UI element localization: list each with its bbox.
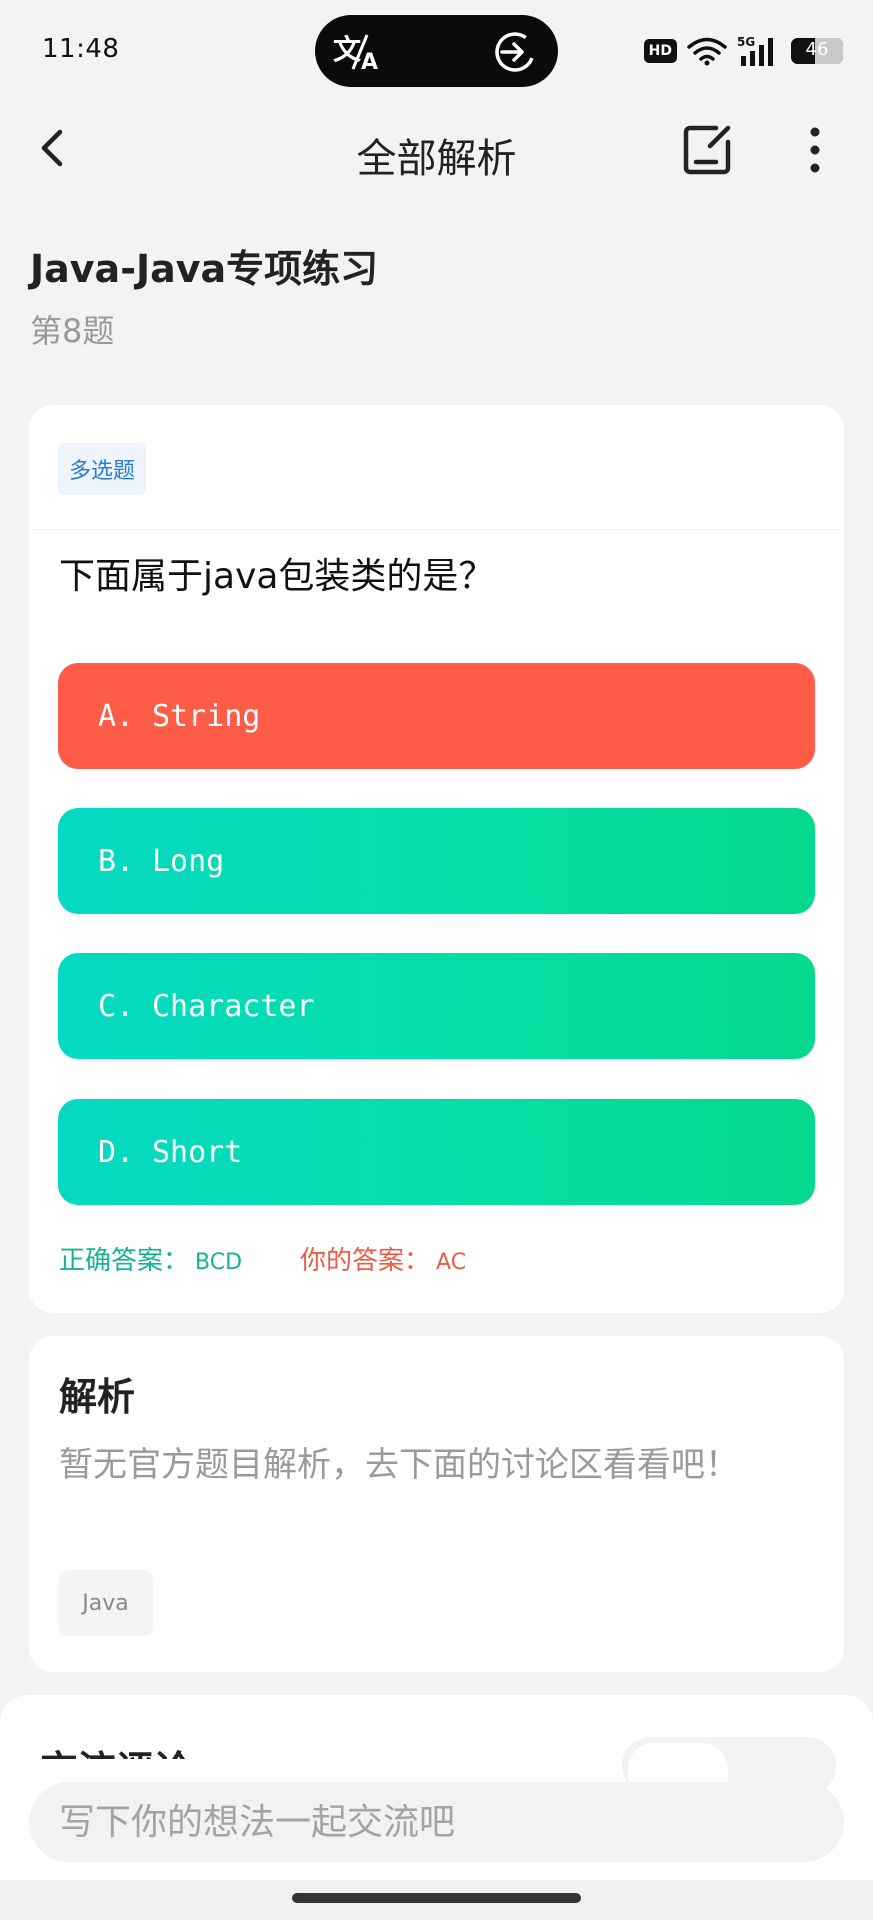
question-text: 下面属于java包装类的是？ — [59, 556, 495, 597]
analysis-text: 暂无官方题目解析，去下面的讨论区看看吧！ — [59, 1445, 739, 1485]
option-text: Short — [152, 1134, 243, 1170]
exit-arrow-icon — [495, 32, 535, 72]
analysis-title: 解析 — [59, 1375, 136, 1419]
question-type-badge: 多选题 — [58, 443, 147, 495]
option-b[interactable]: B. Long — [58, 808, 815, 914]
page-title: 全部解析 — [356, 136, 517, 182]
your-answer: 你的答案： AC — [300, 1246, 467, 1276]
option-c[interactable]: C. Character — [58, 953, 815, 1059]
translate-icon: 文 A — [333, 33, 378, 73]
status-bar: 11:48 文 A HD 5G 46 — [0, 0, 873, 100]
topic-tag[interactable]: Java — [58, 1570, 153, 1636]
dynamic-island[interactable]: 文 A — [315, 15, 558, 87]
gesture-nav-bar — [0, 1880, 873, 1920]
discussion-title: 交流评论 — [40, 1739, 192, 1759]
divider — [29, 529, 844, 530]
option-letter: D. — [98, 1134, 135, 1170]
svg-text:5G: 5G — [737, 35, 755, 49]
status-time: 11:48 — [42, 34, 120, 64]
svg-text:A: A — [361, 50, 378, 73]
battery-level: 46 — [805, 39, 829, 60]
answer-summary: 正确答案： BCD 你的答案： AC — [59, 1240, 466, 1277]
comment-input[interactable] — [29, 1782, 844, 1862]
option-text: String — [152, 698, 261, 734]
option-letter: A. — [98, 698, 135, 734]
more-vertical-icon[interactable] — [795, 122, 835, 178]
option-letter: C. — [98, 988, 135, 1024]
question-card: 多选题 下面属于java包装类的是？ A. String B. Long C. … — [29, 405, 844, 1313]
status-icons: HD 5G 46 — [643, 34, 843, 68]
top-app-bar: 全部解析 — [0, 100, 873, 200]
analysis-card: 解析 暂无官方题目解析，去下面的讨论区看看吧！ Java — [29, 1336, 844, 1672]
correct-answer: 正确答案： BCD — [59, 1246, 243, 1276]
practice-subject: Java-Java专项练习 — [30, 247, 379, 291]
option-text: Long — [152, 843, 225, 879]
option-text: Character — [152, 988, 315, 1024]
option-d[interactable]: D. Short — [58, 1099, 815, 1205]
option-letter: B. — [98, 843, 135, 879]
signal-5g-icon: 5G — [737, 35, 773, 66]
wifi-icon — [687, 37, 727, 66]
option-a[interactable]: A. String — [58, 663, 815, 769]
question-number: 第8题 — [30, 312, 115, 350]
home-indicator[interactable] — [292, 1893, 581, 1903]
comment-input-container[interactable] — [29, 1782, 844, 1862]
hd-badge: HD — [643, 39, 677, 63]
edit-note-icon[interactable] — [680, 122, 736, 178]
battery-icon: 46 — [791, 38, 843, 64]
